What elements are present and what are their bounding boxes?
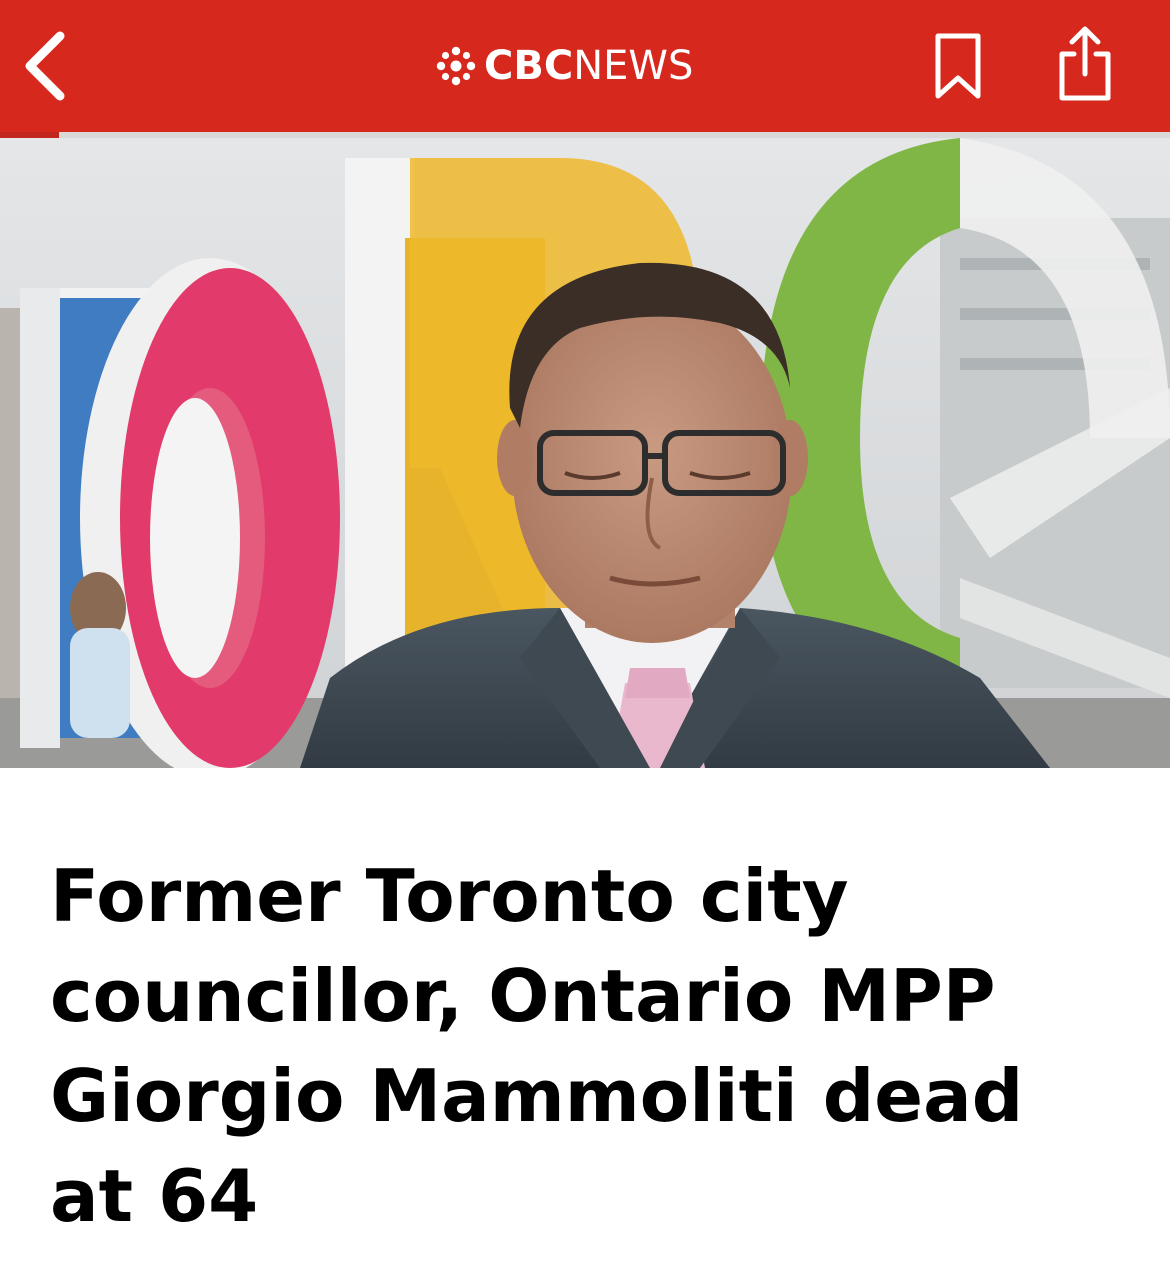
bookmark-icon <box>935 33 981 99</box>
share-button[interactable] <box>1050 24 1120 104</box>
logo-product-text: NEWS <box>573 43 694 89</box>
logo-brand-text: CBC <box>484 43 574 89</box>
cbc-gem-icon <box>436 46 476 86</box>
hero-image[interactable]: i <box>0 138 1170 768</box>
hero-photo-illustration <box>0 138 1170 768</box>
cbc-news-logo: CBC NEWS <box>436 40 693 92</box>
article-headline: Former Toronto city councillor, Ontario … <box>50 854 1024 1238</box>
chevron-left-icon <box>25 31 65 101</box>
top-app-bar: CBC NEWS <box>0 0 1170 132</box>
back-button[interactable] <box>14 28 78 104</box>
bookmark-button[interactable] <box>930 30 986 102</box>
share-icon <box>1059 26 1111 101</box>
